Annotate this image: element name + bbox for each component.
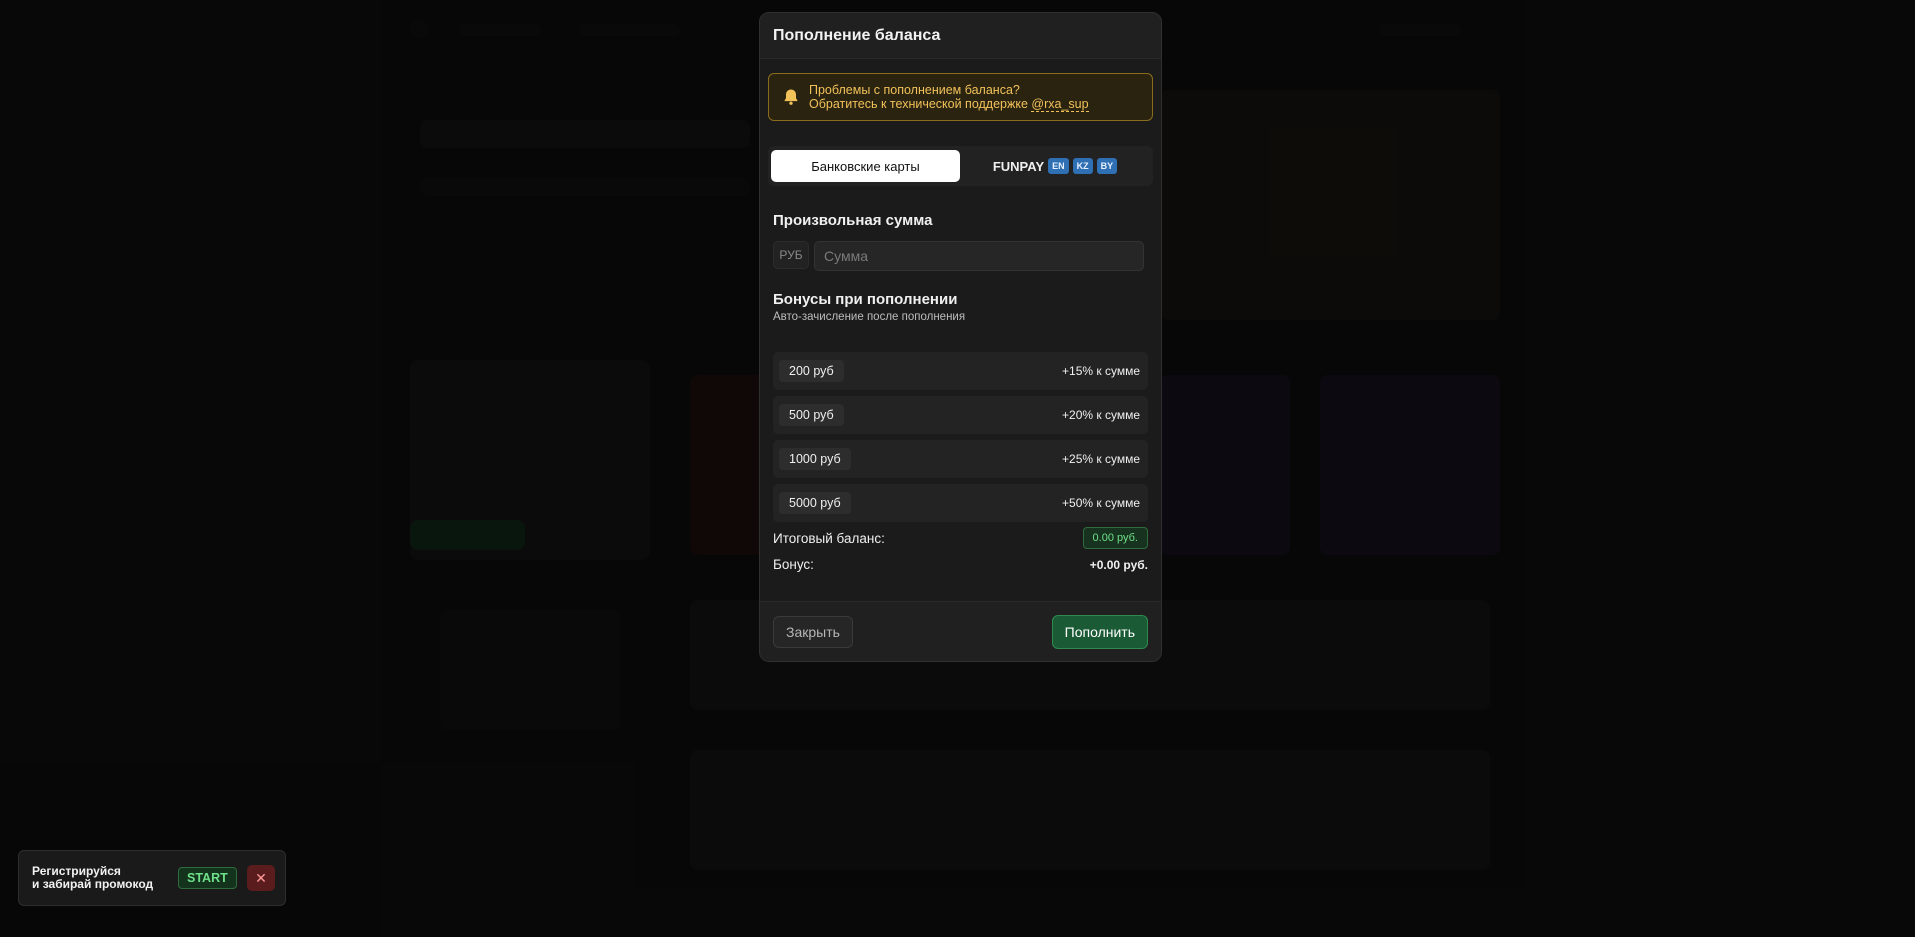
support-link[interactable]: @rxa_sup [1031, 97, 1089, 112]
bell-icon [784, 89, 798, 105]
custom-amount-title: Произвольная сумма [773, 212, 933, 229]
modal-header: Пополнение баланса [760, 13, 1161, 59]
bonus-amount: 500 руб [779, 404, 844, 426]
bonus-amount: 1000 руб [779, 448, 851, 470]
bonuses-subtitle: Авто-зачисление после пополнения [773, 311, 966, 323]
bonus-summary-label: Бонус: [773, 557, 814, 572]
bonus-percent: +20% к сумме [1062, 408, 1140, 422]
tag-by: BY [1096, 158, 1118, 174]
alert-text: Проблемы с пополнением баланса? Обратите… [809, 83, 1089, 112]
bonus-list: 200 руб +15% к сумме 500 руб +20% к сумм… [773, 352, 1148, 528]
modal-title: Пополнение баланса [773, 26, 941, 44]
topup-button[interactable]: Пополнить [1051, 614, 1148, 649]
bonus-percent: +50% к сумме [1062, 496, 1140, 510]
amount-input[interactable] [814, 241, 1144, 271]
support-alert: Проблемы с пополнением баланса? Обратите… [768, 73, 1153, 121]
total-balance-row: Итоговый баланс: 0.00 руб. [773, 527, 1148, 549]
modal-footer: Закрыть Пополнить [760, 601, 1161, 661]
total-balance-value: 0.00 руб. [1082, 527, 1148, 549]
tag-kz: KZ [1072, 158, 1093, 174]
total-balance-label: Итоговый баланс: [773, 530, 885, 546]
bonus-row[interactable]: 1000 руб +25% к сумме [773, 440, 1148, 478]
promo-line-2: и забирай промокод [32, 877, 154, 891]
bonus-percent: +15% к сумме [1062, 364, 1140, 378]
bonus-amount: 200 руб [779, 360, 844, 382]
alert-line-1: Проблемы с пополнением баланса? [809, 83, 1020, 97]
tag-en: EN [1048, 158, 1069, 174]
close-button[interactable]: Закрыть [773, 615, 853, 648]
bonus-summary-row: Бонус: +0.00 руб. [773, 557, 1148, 572]
currency-label: РУБ [773, 241, 809, 269]
alert-line-2-prefix: Обратитесь к технической поддержке [809, 97, 1032, 111]
close-icon: ✕ [255, 869, 267, 886]
bonus-row[interactable]: 5000 руб +50% к сумме [773, 484, 1148, 522]
topup-modal: Пополнение баланса Проблемы с пополнение… [759, 12, 1162, 662]
bonus-row[interactable]: 200 руб +15% к сумме [773, 352, 1148, 390]
toast-close-button[interactable]: ✕ [247, 865, 275, 891]
bonus-summary-value: +0.00 руб. [1089, 557, 1148, 572]
tab-bank-cards[interactable]: Банковские карты [771, 150, 960, 182]
promo-code-badge[interactable]: START [178, 867, 237, 889]
payment-method-tabs: Банковские карты FUNPAY EN KZ BY [768, 146, 1153, 186]
alert-line-2: Обратитесь к технической поддержке @rxa_… [809, 97, 1089, 112]
bonuses-title: Бонусы при пополнении [773, 291, 958, 308]
promo-toast: Регистрируйся и забирай промокод START ✕ [18, 850, 286, 906]
bonus-row[interactable]: 500 руб +20% к сумме [773, 396, 1148, 434]
tab-funpay[interactable]: FUNPAY EN KZ BY [960, 150, 1150, 182]
tab-funpay-label: FUNPAY [992, 158, 1045, 174]
bonus-percent: +25% к сумме [1062, 452, 1140, 466]
bonus-amount: 5000 руб [779, 492, 851, 514]
promo-text: Регистрируйся и забирай промокод [32, 865, 170, 891]
